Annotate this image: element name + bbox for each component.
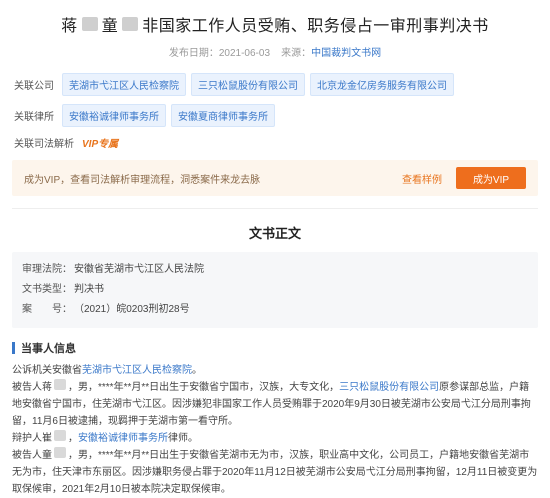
defender-paragraph: 辩护人崔 ，安徽裕诚律师事务所律师。 — [6, 430, 544, 447]
text-span: ，男，****年**月**日出生于安徽省芜湖市无为市，汉族，职业高中文化，公司员… — [12, 450, 538, 495]
judicial-analysis-label: 关联司法解析 — [14, 139, 74, 150]
section-accent-bar — [12, 342, 15, 354]
parties-heading: 当事人信息 — [21, 343, 76, 355]
become-vip-button[interactable]: 成为VIP — [456, 167, 526, 189]
publish-date-label: 发布日期： — [168, 48, 219, 59]
title-part-2: 童 — [101, 18, 119, 35]
text-span: 被告人蒋 — [12, 382, 52, 393]
redacted-name-blur — [54, 379, 66, 390]
judicial-analysis-row: 关联司法解析 VIP专属 — [6, 135, 544, 150]
publish-date: 2021-06-03 — [218, 48, 271, 59]
document-body-heading: 文书正文 — [248, 226, 301, 241]
court-key: 审理法院： — [22, 264, 72, 275]
law-firm-link[interactable]: 安徽裕诚律师事务所 — [78, 433, 168, 444]
doc-type-value: 判决书 — [74, 284, 104, 295]
firm-tag[interactable]: 安徽夏商律师事务所 — [171, 104, 275, 127]
parties-header: 当事人信息 — [12, 340, 538, 356]
vip-promo-text: 成为VIP，查看司法解析审理流程，洞悉案件来龙去脉 — [24, 174, 261, 186]
case-number-value: （2021）皖0203刑初28号 — [74, 304, 190, 315]
doc-type-key: 文书类型： — [22, 284, 72, 295]
judgment-page: 蒋 童 非国家工作人员受贿、职务侵占一审刑事判决书 发布日期：2021-06-0… — [0, 0, 550, 495]
title-part-1: 蒋 — [61, 18, 78, 35]
source-link[interactable]: 中国裁判文书网 — [311, 48, 381, 59]
source-label: 来源： — [281, 48, 312, 59]
text-span: 。 — [192, 365, 202, 376]
vip-promo-banner: 成为VIP，查看司法解析审理流程，洞悉案件来龙去脉 查看样例 成为VIP — [12, 160, 538, 196]
redacted-name-blur — [122, 17, 139, 31]
redacted-name-blur — [81, 17, 98, 31]
page-title: 蒋 童 非国家工作人员受贿、职务侵占一审刑事判决书 — [61, 12, 489, 36]
related-firms-row: 关联律所 安徽裕诚律师事务所 安徽夏商律师事务所 — [6, 104, 544, 127]
vip-promo-actions: 查看样例 成为VIP — [402, 167, 526, 189]
case-number-line: 案 号： （2021）皖0203刑初28号 — [22, 300, 528, 320]
defendant-2-paragraph: 被告人童 ，男，****年**月**日出生于安徽省芜湖市无为市，汉族，职业高中文化… — [6, 447, 544, 498]
text-span: 被告人童 — [12, 450, 52, 461]
company-tag[interactable]: 芜湖市弋江区人民检察院 — [62, 73, 186, 96]
doc-type-line: 文书类型： 判决书 — [22, 280, 528, 300]
court-line: 审理法院： 安徽省芜湖市弋江区人民法院 — [22, 260, 528, 280]
text-span: ， — [68, 433, 78, 444]
prosecutor-link[interactable]: 芜湖市弋江区人民检察院 — [82, 365, 192, 376]
text-span: ，男，****年**月**日出生于安徽省宁国市，汉族，大专文化， — [68, 382, 340, 393]
court-value: 安徽省芜湖市弋江区人民法院 — [74, 264, 204, 275]
related-firms-label: 关联律所 — [14, 112, 54, 123]
title-area: 蒋 童 非国家工作人员受贿、职务侵占一审刑事判决书 发布日期：2021-06-0… — [6, 0, 544, 59]
redacted-name-blur — [54, 430, 66, 441]
text-span: 律师。 — [168, 433, 198, 444]
company-link[interactable]: 三只松鼠股份有限公司 — [339, 382, 439, 393]
company-tag[interactable]: 三只松鼠股份有限公司 — [191, 73, 305, 96]
text-span: 辩护人崔 — [12, 433, 52, 444]
related-companies-row: 关联公司 芜湖市弋江区人民检察院 三只松鼠股份有限公司 北京龙金亿房务服务有限公… — [6, 73, 544, 96]
prosecutor-paragraph: 公诉机关安徽省芜湖市弋江区人民检察院。 — [6, 362, 544, 379]
case-number-key: 案 号： — [22, 304, 72, 315]
related-companies-label: 关联公司 — [14, 81, 54, 92]
title-part-3: 非国家工作人员受贿、职务侵占一审刑事判决书 — [142, 18, 489, 35]
defendant-1-paragraph: 被告人蒋 ，男，****年**月**日出生于安徽省宁国市，汉族，大专文化，三只松鼠… — [6, 379, 544, 430]
redacted-name-blur — [54, 447, 66, 458]
document-meta: 发布日期：2021-06-03 来源：中国裁判文书网 — [6, 44, 544, 59]
vip-exclusive-badge: VIP专属 — [82, 139, 119, 150]
case-info-box: 审理法院： 安徽省芜湖市弋江区人民法院 文书类型： 判决书 案 号： （2021… — [12, 252, 538, 328]
company-tag[interactable]: 北京龙金亿房务服务有限公司 — [310, 73, 454, 96]
view-sample-link[interactable]: 查看样例 — [402, 171, 442, 186]
firm-tag[interactable]: 安徽裕诚律师事务所 — [62, 104, 166, 127]
divider — [12, 208, 538, 209]
text-span: 公诉机关安徽省 — [12, 365, 82, 376]
